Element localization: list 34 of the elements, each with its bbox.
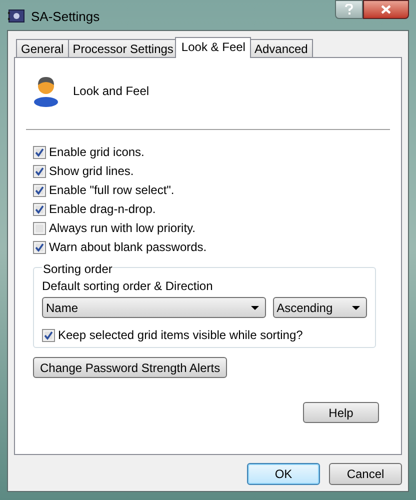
checkbox-label: Show grid lines. bbox=[49, 163, 134, 180]
checkbox-label: Enable drag-n-drop. bbox=[49, 201, 156, 218]
dialog-button[interactable]: OK bbox=[247, 463, 320, 485]
tab[interactable]: Advanced bbox=[249, 39, 313, 58]
user-icon bbox=[33, 75, 59, 107]
checkbox-label: Enable "full row select". bbox=[49, 182, 174, 199]
checkbox-label: Always run with low priority. bbox=[49, 220, 196, 237]
tab[interactable]: Look & Feel bbox=[175, 37, 252, 58]
safe-icon bbox=[8, 9, 25, 23]
tab[interactable]: General bbox=[16, 39, 69, 58]
checkbox[interactable] bbox=[33, 164, 46, 178]
checkbox[interactable] bbox=[33, 146, 46, 158]
dropdown-arrow-icon bbox=[250, 306, 259, 310]
window-title: SA-Settings bbox=[31, 8, 100, 26]
checkbox[interactable] bbox=[33, 184, 46, 196]
dropdown[interactable]: Name bbox=[42, 297, 266, 318]
section-title: Look and Feel bbox=[73, 83, 150, 100]
help-icon bbox=[345, 4, 353, 15]
checkbox-label: Enable grid icons. bbox=[49, 144, 144, 161]
dialog-button[interactable]: Cancel bbox=[329, 463, 402, 485]
help-button[interactable] bbox=[335, 0, 363, 19]
checkbox[interactable] bbox=[33, 222, 46, 234]
checkbox[interactable] bbox=[33, 202, 46, 216]
close-icon bbox=[381, 5, 391, 14]
checkbox-label: Warn about blank passwords. bbox=[49, 239, 207, 256]
change-password-alerts-button[interactable]: Change Password Strength Alerts bbox=[33, 357, 228, 378]
checkbox[interactable] bbox=[33, 240, 46, 254]
dropdown-arrow-icon bbox=[352, 306, 360, 310]
checkbox[interactable] bbox=[42, 328, 55, 342]
dropdown[interactable]: Ascending bbox=[272, 297, 367, 318]
help-button[interactable]: Help bbox=[303, 402, 379, 423]
checkbox-label: Keep selected grid items visible while sorting? bbox=[58, 327, 303, 344]
field-label: Default sorting order & Direction bbox=[42, 279, 214, 293]
close-button[interactable] bbox=[363, 0, 409, 19]
